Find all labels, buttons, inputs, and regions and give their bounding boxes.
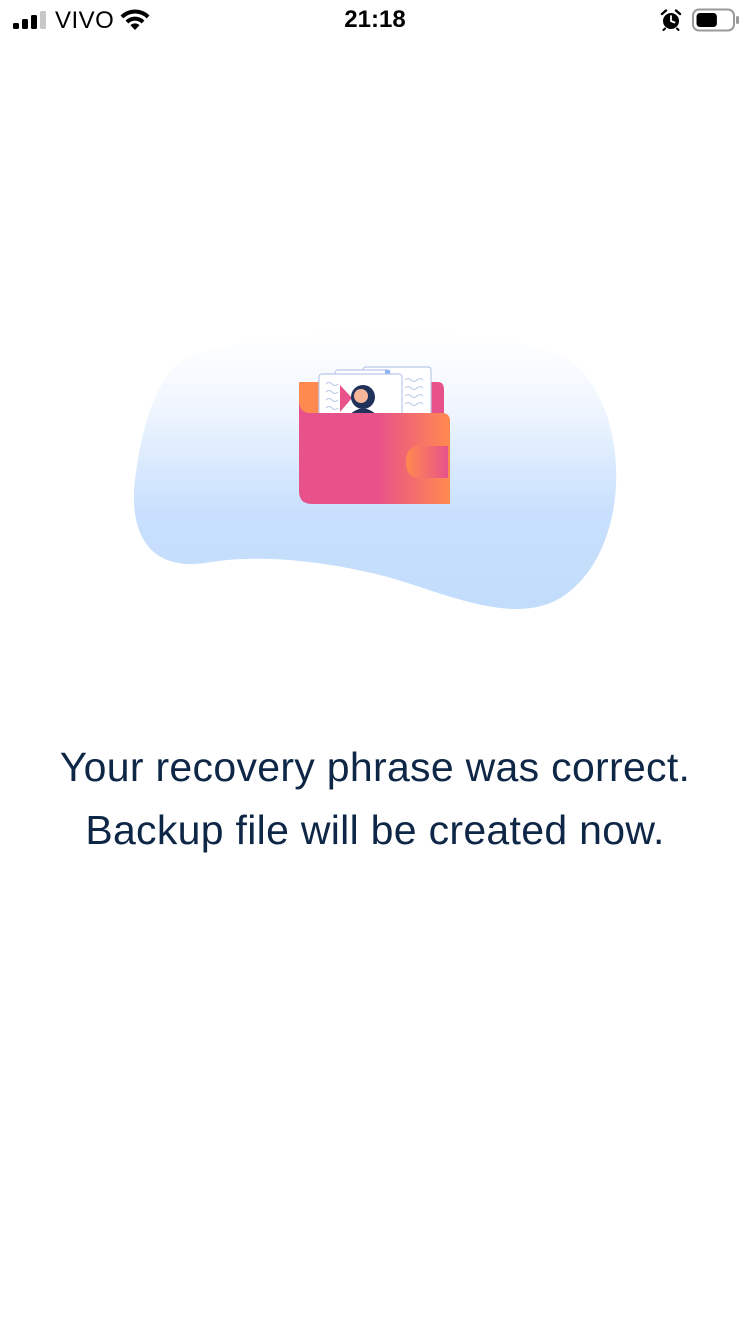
battery-icon: [692, 8, 739, 32]
message-line-2: Backup file will be created now.: [85, 807, 665, 853]
status-time: 21:18: [344, 6, 406, 33]
confirmation-message: Your recovery phrase was correct. Backup…: [0, 736, 750, 862]
wallet-illustration: [133, 331, 617, 609]
status-bar: VIVO 21:18: [0, 0, 750, 40]
alarm-clock-icon: [660, 9, 682, 31]
wallet-clasp: [406, 446, 448, 478]
message-line-1: Your recovery phrase was correct.: [59, 744, 691, 790]
backup-confirmation-screen: VIVO 21:18 Your recovery phrase was corr…: [0, 0, 750, 1334]
